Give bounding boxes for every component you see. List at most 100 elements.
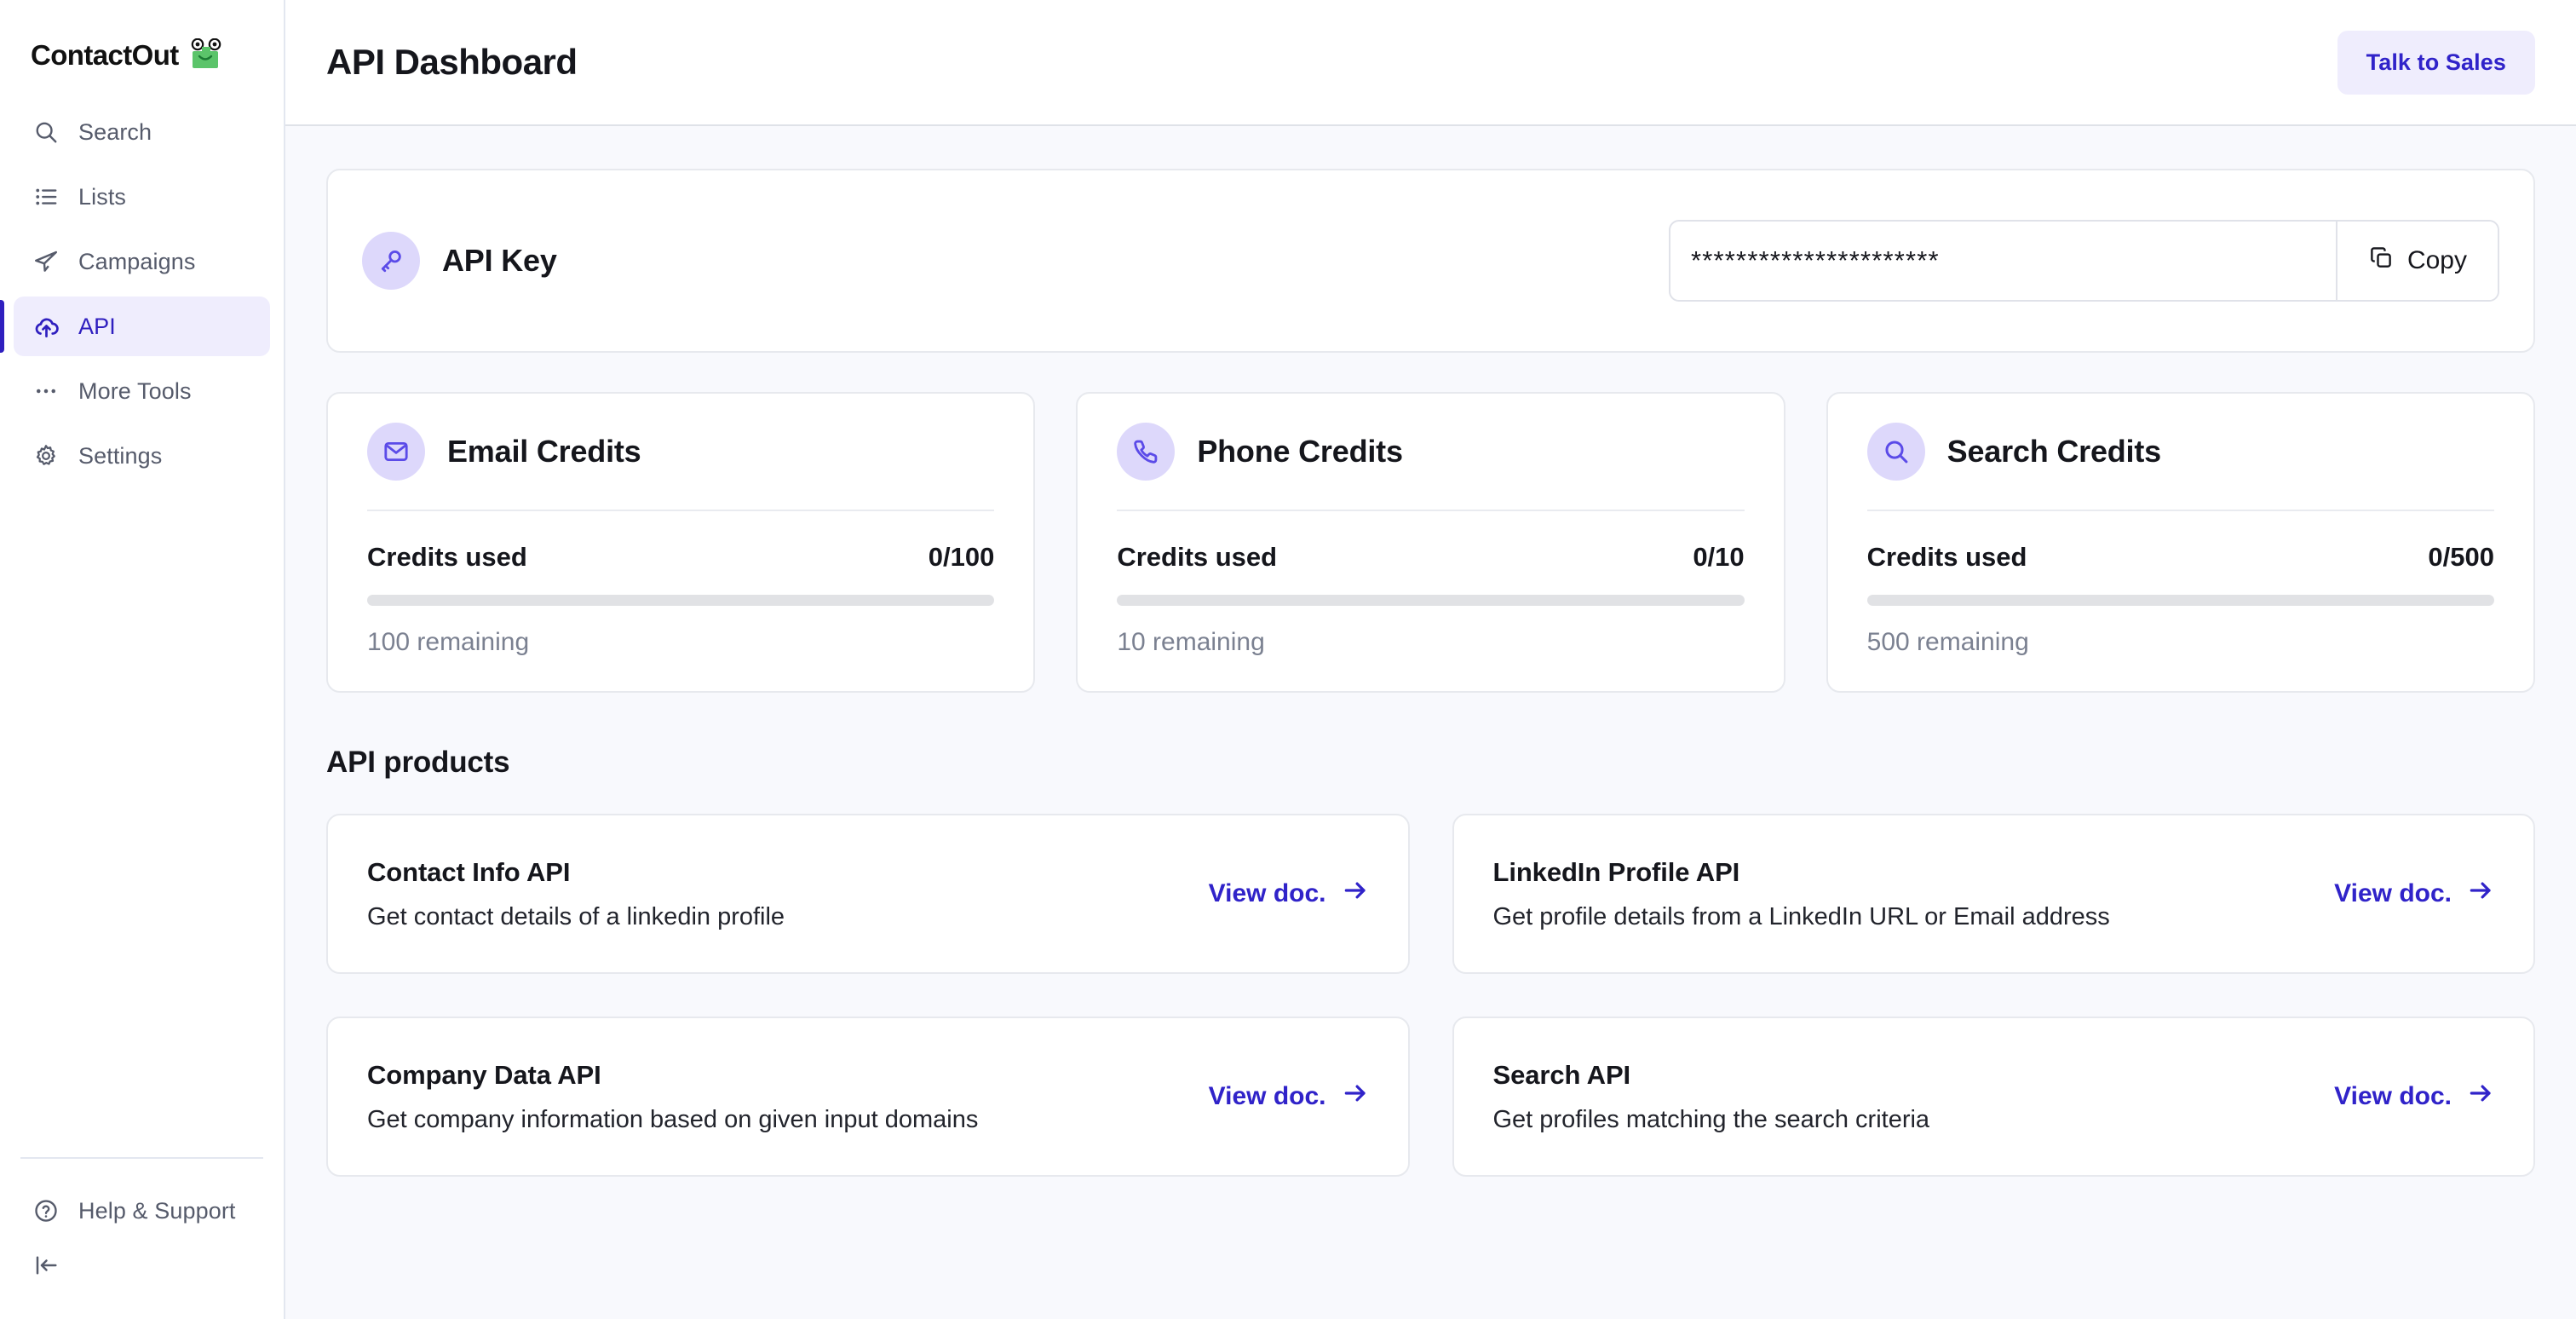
- credits-remaining-label: 10 remaining: [1117, 628, 1265, 656]
- view-doc-link[interactable]: View doc.: [2334, 877, 2494, 911]
- view-doc-label: View doc.: [1208, 1082, 1326, 1110]
- api-key-title: API Key: [442, 243, 557, 278]
- sidebar-item-label: More Tools: [78, 377, 192, 404]
- credit-card-title: Phone Credits: [1197, 434, 1403, 469]
- api-key-input[interactable]: [1670, 222, 2336, 300]
- credits-used-value: 0/100: [928, 542, 995, 572]
- product-description: Get contact details of a linkedin profil…: [367, 902, 785, 930]
- product-card-search-api[interactable]: Search API Get profiles matching the sea…: [1452, 1017, 2535, 1177]
- ellipsis-icon: [32, 377, 60, 405]
- sidebar: ContactOut Search Lists Campaigns API Mo…: [0, 0, 285, 1319]
- question-circle-icon: [32, 1197, 60, 1224]
- main-area: API Dashboard Talk to Sales API Key ****…: [285, 0, 2576, 1319]
- credits-remaining-label: 500 remaining: [1866, 628, 2029, 656]
- sidebar-bottom: Help & Support: [0, 1157, 284, 1319]
- credits-remaining-label: 100 remaining: [367, 628, 530, 656]
- product-text: LinkedIn Profile API Get profile details…: [1493, 857, 2110, 931]
- sidebar-item-label: Campaigns: [78, 248, 196, 274]
- product-name: Company Data API: [367, 1059, 601, 1090]
- arrow-right-icon: [2467, 1080, 2494, 1114]
- card-divider: [1866, 510, 2494, 511]
- list-icon: [32, 183, 60, 210]
- phone-credits-card: Phone Credits Credits used 0/10 10 remai…: [1076, 392, 1785, 693]
- product-text: Contact Info API Get contact details of …: [367, 857, 785, 931]
- arrow-right-icon: [1342, 877, 1369, 911]
- card-divider: [367, 510, 995, 511]
- product-text: Company Data API Get company information…: [367, 1060, 978, 1134]
- copy-api-key-button[interactable]: Copy: [2335, 222, 2498, 300]
- search-icon: [1866, 423, 1925, 481]
- envelope-icon: [367, 423, 425, 481]
- credit-card-title: Email Credits: [447, 434, 641, 469]
- product-description: Get company information based on given i…: [367, 1105, 979, 1133]
- copy-button-label: Copy: [2406, 246, 2467, 274]
- credit-stats: Credits used 0/500: [1867, 542, 2494, 573]
- search-credits-card: Search Credits Credits used 0/500 500 re…: [1826, 392, 2535, 693]
- credits-used-label: Credits used: [1117, 542, 1278, 572]
- credit-stats: Credits used 0/10: [1117, 542, 1744, 573]
- credit-card-title: Search Credits: [1946, 434, 2162, 469]
- sidebar-item-help-support[interactable]: Help & Support: [14, 1181, 270, 1241]
- credits-row: Email Credits Credits used 0/100 100 rem…: [326, 392, 2535, 693]
- api-key-card-header: API Key: [362, 232, 557, 290]
- cloud-upload-icon: [32, 313, 60, 340]
- sidebar-item-settings[interactable]: Settings: [14, 426, 270, 486]
- sidebar-item-campaigns[interactable]: Campaigns: [14, 232, 270, 291]
- key-icon: [362, 232, 420, 290]
- sidebar-nav: Search Lists Campaigns API More Tools Se…: [0, 102, 284, 486]
- sidebar-item-lists[interactable]: Lists: [14, 167, 270, 227]
- view-doc-link[interactable]: View doc.: [2334, 1080, 2494, 1114]
- credit-card-header: Search Credits: [1866, 423, 2494, 510]
- sidebar-item-api[interactable]: API: [0, 297, 270, 356]
- product-card-company-data-api[interactable]: Company Data API Get company information…: [326, 1017, 1410, 1177]
- credits-progress-bar: [1117, 595, 1745, 606]
- product-name: LinkedIn Profile API: [1492, 856, 1740, 887]
- brand-name: ContactOut: [31, 39, 179, 71]
- credits-progress-bar: [367, 595, 995, 606]
- sidebar-item-label: Search: [78, 118, 152, 145]
- page-title: API Dashboard: [326, 42, 578, 82]
- sidebar-item-more-tools[interactable]: More Tools: [14, 361, 270, 421]
- sidebar-item-search[interactable]: Search: [14, 102, 270, 162]
- card-divider: [1117, 510, 1745, 511]
- dashboard-content: API Key Copy: [285, 126, 2576, 1319]
- phone-icon: [1117, 423, 1176, 481]
- view-doc-link[interactable]: View doc.: [1209, 877, 1369, 911]
- view-doc-label: View doc.: [2334, 879, 2452, 907]
- view-doc-link[interactable]: View doc.: [1209, 1080, 1369, 1114]
- sidebar-item-label: Help & Support: [78, 1197, 236, 1224]
- credit-card-header: Phone Credits: [1117, 423, 1744, 510]
- top-bar: API Dashboard Talk to Sales: [285, 0, 2576, 126]
- credit-stats: Credits used 0/100: [367, 542, 994, 573]
- product-description: Get profile details from a LinkedIn URL …: [1492, 902, 2110, 930]
- paper-plane-icon: [32, 248, 60, 275]
- talk-to-sales-button[interactable]: Talk to Sales: [2337, 30, 2535, 95]
- view-doc-label: View doc.: [1208, 879, 1326, 907]
- search-icon: [32, 118, 60, 146]
- product-description: Get profiles matching the search criteri…: [1492, 1105, 1930, 1133]
- app-root: ContactOut Search Lists Campaigns API Mo…: [0, 0, 2576, 1319]
- api-key-card: API Key Copy: [326, 169, 2535, 353]
- credit-card-header: Email Credits: [367, 423, 994, 510]
- api-products-grid: Contact Info API Get contact details of …: [326, 814, 2535, 1177]
- copy-icon: [2368, 245, 2394, 277]
- product-card-contact-info-api[interactable]: Contact Info API Get contact details of …: [326, 814, 1410, 974]
- collapse-sidebar-button[interactable]: [14, 1241, 270, 1290]
- gear-icon: [32, 442, 60, 469]
- product-text: Search API Get profiles matching the sea…: [1493, 1060, 1930, 1134]
- arrow-right-icon: [2467, 877, 2494, 911]
- email-credits-card: Email Credits Credits used 0/100 100 rem…: [326, 392, 1036, 693]
- credits-used-label: Credits used: [367, 542, 527, 572]
- arrow-right-icon: [1342, 1080, 1369, 1114]
- product-name: Contact Info API: [367, 856, 571, 887]
- view-doc-label: View doc.: [2334, 1082, 2452, 1110]
- product-card-linkedin-profile-api[interactable]: LinkedIn Profile API Get profile details…: [1452, 814, 2535, 974]
- brand-logo-area[interactable]: ContactOut: [0, 0, 284, 82]
- collapse-sidebar-icon: [32, 1252, 60, 1279]
- credits-used-label: Credits used: [1866, 542, 2027, 572]
- product-name: Search API: [1492, 1059, 1631, 1090]
- sidebar-item-label: Settings: [78, 442, 163, 469]
- credits-used-value: 0/10: [1693, 542, 1745, 572]
- contactout-frog-logo-icon: [187, 37, 223, 73]
- sidebar-divider: [20, 1157, 263, 1159]
